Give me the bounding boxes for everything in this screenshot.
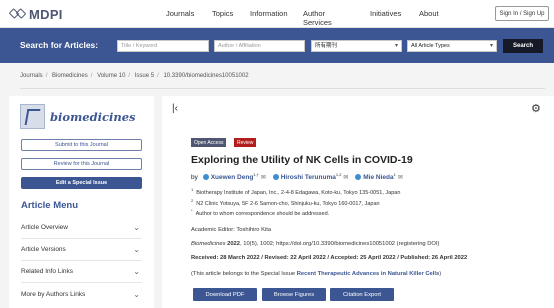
breadcrumb-doi: 10.3390/biomedicines10051002 xyxy=(163,73,249,79)
affiliation-sup: 1 xyxy=(191,187,194,192)
journal-logo[interactable]: biomedicines xyxy=(20,104,136,129)
affiliation-text: N2 Clinic Yotsuya, 5F 2-6 Samon-cho, Shi… xyxy=(196,200,380,207)
author-sup: 1 xyxy=(393,172,396,177)
mdpi-logo[interactable]: MDPI xyxy=(8,5,63,23)
special-issue-link[interactable]: Recent Therapeutic Advances in Natural K… xyxy=(297,271,440,277)
divider xyxy=(20,88,545,89)
chevron-down-icon: ⌄ xyxy=(133,223,140,232)
article-dates: Received: 28 March 2022 / Revised: 22 Ap… xyxy=(191,255,468,261)
menu-item-label: Related Info Links xyxy=(21,268,74,275)
top-header: MDPI Journals Topics Information Author … xyxy=(0,0,554,28)
citation-year: 2022 xyxy=(227,241,241,247)
nav-about[interactable]: About xyxy=(419,9,439,18)
journal-cover-icon xyxy=(20,104,45,129)
author-profile-icon xyxy=(202,174,209,181)
submit-journal-button[interactable]: Submit to this Journal xyxy=(21,139,142,151)
citation-rest[interactable]: , 10(5), 1002; https://doi.org/10.3390/b… xyxy=(240,241,439,247)
edit-special-issue-button[interactable]: Edit a Special Issue xyxy=(21,177,142,189)
author-profile-icon xyxy=(355,174,362,181)
breadcrumb-journal[interactable]: Biomedicines xyxy=(52,73,88,79)
affiliation-text: Author to whom correspondence should be … xyxy=(195,210,330,217)
menu-item-label: More by Authors Links xyxy=(21,290,86,298)
search-button[interactable]: Search xyxy=(503,39,543,53)
author-profile-icon xyxy=(272,174,279,181)
author-affiliation-input[interactable]: Author / Affiliation xyxy=(214,40,305,52)
special-issue-suffix: ) xyxy=(439,271,442,277)
author-link[interactable]: Mie Nieda xyxy=(363,174,393,181)
special-issue-prefix: (This article belongs to the Special Iss… xyxy=(191,271,297,277)
academic-editor: Academic Editor: Toshihiro Kita xyxy=(191,227,272,233)
sidebar: biomedicines Submit to this Journal Revi… xyxy=(9,96,154,308)
affiliation: *Author to whom correspondence should be… xyxy=(191,208,329,217)
open-access-badge: Open Access xyxy=(191,138,227,147)
affiliation: 1Biotherapy Institute of Japan, Inc., 2-… xyxy=(191,187,400,196)
title-keyword-input[interactable]: Title / Keyword xyxy=(117,40,209,52)
nav-topics[interactable]: Topics xyxy=(212,9,233,18)
chevron-down-icon: ⌄ xyxy=(133,245,140,254)
mail-icon[interactable]: ✉ xyxy=(261,175,266,181)
search-label: Search for Articles: xyxy=(20,40,99,50)
menu-item-label: Article Overview xyxy=(21,224,68,231)
logo-text: MDPI xyxy=(29,6,63,22)
citation-journal: Biomedicines xyxy=(191,241,226,247)
browse-figures-button[interactable]: Browse Figures xyxy=(262,288,326,301)
special-issue-note: (This article belongs to the Special Iss… xyxy=(191,271,441,277)
mail-icon[interactable]: ✉ xyxy=(343,175,348,181)
menu-item-more-by-authors[interactable]: More by Authors Links ⌄ xyxy=(21,283,142,305)
breadcrumb-issue[interactable]: Issue 5 xyxy=(135,73,154,79)
collapse-sidebar-icon[interactable]: |‹ xyxy=(172,103,178,114)
nav-information[interactable]: Information xyxy=(250,9,288,18)
nav-journals[interactable]: Journals xyxy=(166,9,194,18)
affiliation-sup: * xyxy=(191,208,193,213)
author-list: by Xuewen Deng1,†✉ Hiroshi Terunuma1,2✉ … xyxy=(191,172,408,181)
review-badge: Review xyxy=(234,138,257,147)
nav-author-services[interactable]: Author Services xyxy=(303,9,332,27)
download-pdf-button[interactable]: Download PDF xyxy=(193,288,257,301)
menu-item-related-info-links[interactable]: Related Info Links ⌄ xyxy=(21,261,142,283)
breadcrumb: Journals / Biomedicines / Volume 10/ Issue… xyxy=(20,73,249,79)
author-link[interactable]: Hiroshi Terunuma xyxy=(281,174,336,181)
article-title: Exploring the Utility of NK Cells in COV… xyxy=(191,154,413,166)
menu-item-label: Article Versions xyxy=(21,246,66,253)
journal-name: biomedicines xyxy=(50,109,136,124)
citation-export-button[interactable]: Citation Export xyxy=(330,288,394,301)
article-menu-title: Article Menu xyxy=(21,200,79,211)
mdpi-logo-icon xyxy=(8,6,27,22)
breadcrumb-volume[interactable]: Volume 10 xyxy=(97,73,125,79)
signin-button[interactable]: Sign In / Sign Up xyxy=(495,6,549,21)
author-sup: 1,2 xyxy=(335,172,342,177)
breadcrumb-journals[interactable]: Journals xyxy=(20,73,43,79)
menu-item-article-versions[interactable]: Article Versions ⌄ xyxy=(21,239,142,261)
chevron-down-icon: ⌄ xyxy=(133,289,140,299)
article-panel: |‹ ⚙ Open Access Review Exploring the Ut… xyxy=(162,96,554,308)
by-label: by xyxy=(191,174,198,182)
search-bar: Search for Articles: Title / Keyword Aut… xyxy=(0,28,554,63)
journal-select[interactable]: 所有期刊 xyxy=(311,40,402,52)
citation: Biomedicines 2022, 10(5), 1002; https://… xyxy=(191,241,440,247)
menu-item-article-overview[interactable]: Article Overview ⌄ xyxy=(21,217,142,239)
review-journal-button[interactable]: Review for this Journal xyxy=(21,158,142,170)
author-link[interactable]: Xuewen Deng xyxy=(211,174,254,181)
gear-icon[interactable]: ⚙ xyxy=(531,102,541,115)
nav-initiatives[interactable]: Initiatives xyxy=(370,9,401,18)
affiliation-text: Biotherapy Institute of Japan, Inc., 2-4… xyxy=(196,189,401,196)
article-type-select[interactable]: All Article Types xyxy=(407,40,497,52)
affiliation-sup: 2 xyxy=(191,198,194,203)
affiliation: 2N2 Clinic Yotsuya, 5F 2-6 Samon-cho, Sh… xyxy=(191,198,380,207)
mail-icon[interactable]: ✉ xyxy=(398,175,403,181)
author-sup: 1,† xyxy=(253,172,259,177)
chevron-down-icon: ⌄ xyxy=(133,267,140,276)
